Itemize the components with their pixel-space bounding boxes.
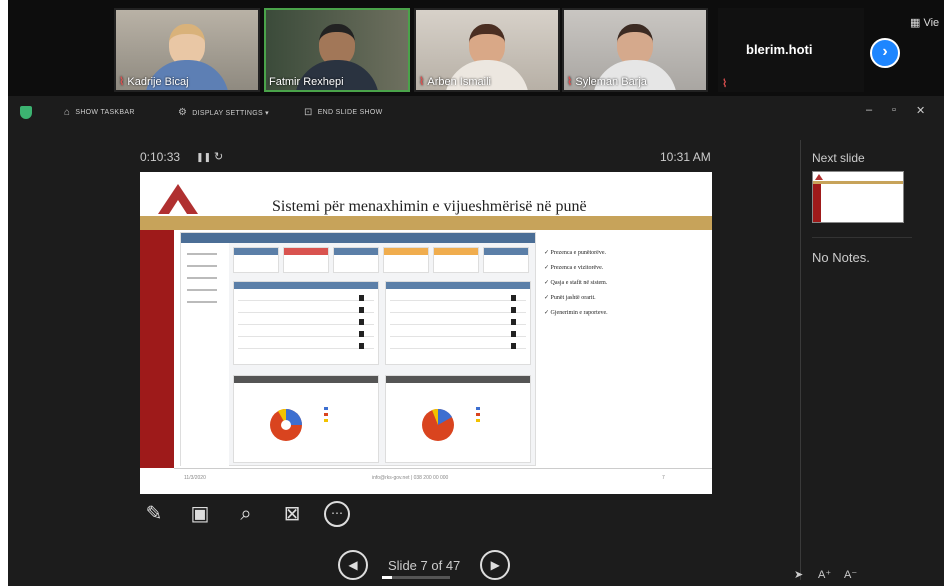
presentation-timer: 0:10:33 bbox=[140, 150, 181, 164]
view-button[interactable]: ▦ Vie bbox=[910, 16, 939, 29]
participant-name: Kadrije Bicaj bbox=[127, 75, 189, 88]
close-icon[interactable]: ✕ bbox=[916, 104, 925, 117]
view-icon: ▦ bbox=[910, 17, 921, 29]
pie-chart bbox=[422, 407, 480, 441]
slide-footer-contact: info@rks-gov.net | 038 200 00 000 bbox=[372, 475, 449, 481]
minimize-icon[interactable]: – bbox=[866, 104, 872, 116]
next-slide-button[interactable]: ▶ bbox=[480, 550, 511, 580]
display-settings-icon: ⚙ bbox=[178, 107, 188, 118]
display-settings-button[interactable]: ⚙ DISPLAY SETTINGS ▾ bbox=[178, 107, 269, 118]
next-slide-label: Next slide bbox=[812, 151, 865, 165]
slide-title: Sistemi për menaxhimin e vijueshmërisë n… bbox=[272, 198, 587, 215]
decrease-font-icon[interactable]: A⁻ bbox=[844, 568, 857, 581]
participant-name: Arben Ismaili bbox=[427, 75, 491, 88]
participant-tile[interactable]: Fatmir Rexhepi bbox=[264, 8, 410, 92]
current-time: 10:31 AM bbox=[660, 150, 711, 164]
end-show-icon: ⊡ bbox=[304, 107, 313, 118]
pause-icon[interactable]: ❚❚ bbox=[196, 152, 211, 163]
self-user-name: blerim.hoti bbox=[746, 42, 813, 57]
restore-icon[interactable]: ▫ bbox=[892, 104, 896, 116]
bullet-item: Gjenerimin e raporteve. bbox=[544, 306, 608, 321]
shield-icon bbox=[20, 106, 32, 119]
slide-accent-bar bbox=[140, 216, 712, 230]
bullet-item: Punët jashtë orarit. bbox=[544, 291, 608, 306]
show-taskbar-button[interactable]: ⌂ SHOW TASKBAR bbox=[64, 107, 135, 118]
end-slide-show-button[interactable]: ⊡ END SLIDE SHOW bbox=[304, 107, 383, 118]
participant-name: Syleman Barja bbox=[575, 75, 647, 88]
slide-footer-number: 7 bbox=[662, 475, 665, 481]
mic-off-icon: ⌇ bbox=[119, 76, 125, 88]
participant-tile[interactable]: ⌇ Kadrije Bicaj bbox=[114, 8, 260, 92]
next-slide-thumbnail[interactable] bbox=[812, 171, 904, 223]
previous-slide-button[interactable]: ◀ bbox=[338, 550, 368, 580]
bullet-item: Prezenca e punëtorëve. bbox=[544, 246, 608, 261]
cursor-icon: ➤ bbox=[794, 569, 804, 581]
slide-footer-date: 11/3/2020 bbox=[184, 475, 206, 481]
increase-font-icon[interactable]: A⁺ bbox=[818, 568, 831, 581]
participant-tile[interactable]: ⌇ Syleman Barja bbox=[562, 8, 708, 92]
participant-tile[interactable]: ⌇ Arben Ismaili bbox=[414, 8, 560, 92]
self-user-tile[interactable]: blerim.hoti ⌇ bbox=[718, 8, 864, 92]
taskbar-icon: ⌂ bbox=[64, 107, 71, 118]
presenter-toolbar: ⌂ SHOW TASKBAR ⚙ DISPLAY SETTINGS ▾ ⊡ END S… bbox=[8, 100, 944, 126]
participant-name: Fatmir Rexhepi bbox=[269, 76, 344, 88]
zoom-icon[interactable]: ⌕ bbox=[232, 500, 260, 528]
speaker-notes: No Notes. bbox=[812, 250, 870, 265]
slide-progress-bar bbox=[382, 575, 450, 579]
reset-timer-icon[interactable]: ↻ bbox=[214, 150, 223, 163]
pen-icon[interactable]: ✎ bbox=[140, 500, 168, 528]
pie-chart bbox=[270, 407, 328, 441]
mic-off-icon: ⌇ bbox=[722, 78, 728, 90]
mic-off-icon: ⌇ bbox=[567, 76, 573, 88]
bullet-item: Prezenca e vizitorëve. bbox=[544, 261, 608, 276]
current-slide[interactable]: Sistemi për menaxhimin e vijueshmërisë n… bbox=[140, 172, 712, 494]
see-all-slides-icon[interactable]: ▣ bbox=[186, 500, 214, 528]
slide-navigation: ◀ Slide 7 of 47 ▶ bbox=[338, 550, 511, 580]
black-screen-icon[interactable]: ⊠ bbox=[278, 500, 306, 528]
next-participants-button[interactable]: › bbox=[870, 38, 900, 68]
dashboard-screenshot bbox=[180, 232, 536, 467]
slide-counter: Slide 7 of 47 bbox=[388, 557, 461, 573]
teams-presenter-window: ⌇ Kadrije Bicaj Fatmir Rexhepi ⌇ Arben Ism… bbox=[8, 0, 944, 586]
more-options-icon[interactable]: ⋯ bbox=[324, 501, 350, 527]
mic-off-icon: ⌇ bbox=[419, 76, 425, 88]
slide-bullets: Prezenca e punëtorëve. Prezenca e vizito… bbox=[544, 246, 608, 321]
video-strip: ⌇ Kadrije Bicaj Fatmir Rexhepi ⌇ Arben Ism… bbox=[8, 0, 944, 96]
slide-side-bar bbox=[140, 230, 174, 468]
presenter-tools: ✎ ▣ ⌕ ⊠ ⋯ bbox=[140, 500, 350, 528]
bullet-item: Qasja e stafit në sistem. bbox=[544, 276, 608, 291]
view-label: Vie bbox=[923, 17, 940, 29]
